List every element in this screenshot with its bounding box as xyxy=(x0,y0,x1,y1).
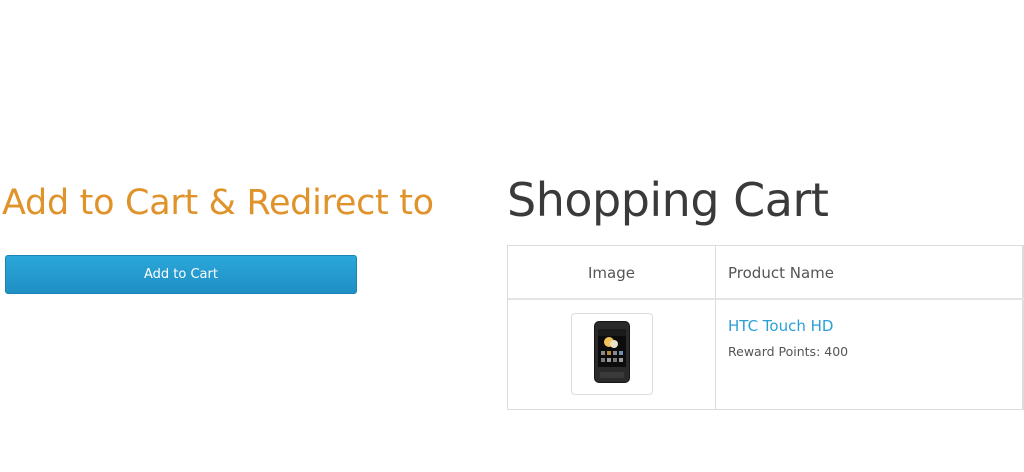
table-header-row: Image Product Name xyxy=(508,246,1024,300)
column-header-product-name: Product Name xyxy=(728,264,834,282)
page-title: Shopping Cart xyxy=(507,173,829,227)
promo-heading: Add to Cart & Redirect to xyxy=(2,183,434,223)
reward-points: Reward Points: 400 xyxy=(728,344,849,359)
phone-icon xyxy=(592,320,632,389)
cart-table: Image Product Name HTC Touch HD Reward P… xyxy=(507,245,1024,410)
product-name-link[interactable]: HTC Touch HD xyxy=(728,317,833,335)
product-thumbnail[interactable] xyxy=(571,313,653,395)
column-header-image: Image xyxy=(588,264,635,282)
add-to-cart-button[interactable]: Add to Cart xyxy=(5,255,357,294)
